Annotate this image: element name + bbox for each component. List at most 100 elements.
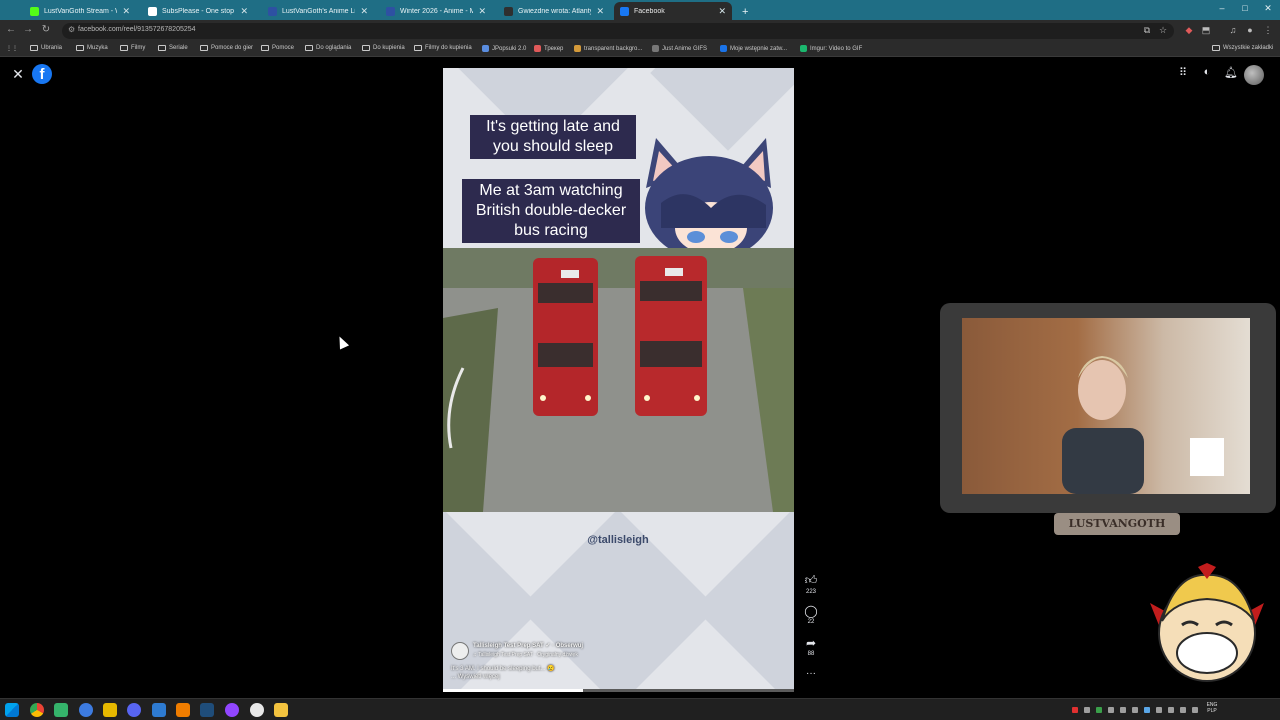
bookmark-item[interactable]: Imgur: Video to GIF [800, 45, 862, 52]
tab-close-icon[interactable]: ✕ [240, 6, 248, 17]
forward-button[interactable]: → [21, 24, 35, 35]
tray-icon[interactable] [1072, 707, 1078, 713]
close-window-button[interactable]: ✕ [1258, 3, 1278, 14]
url-text[interactable]: facebook.com/reel/913572678205254 [78, 26, 196, 33]
tab-close-icon[interactable]: ✕ [360, 6, 368, 17]
browser-tab[interactable]: Winter 2026 - Anime - MyAnim ✕ [380, 2, 492, 20]
author-avatar[interactable] [451, 642, 469, 660]
bookmark-item[interactable]: Moje wstępnie zatw... [720, 45, 787, 52]
bookmark-item[interactable]: Filmy do kupienia [414, 45, 472, 51]
tray-icon[interactable] [1096, 707, 1102, 713]
app-taskbar-icon[interactable] [54, 703, 68, 717]
back-button[interactable]: ← [4, 24, 18, 35]
bookmark-item[interactable]: Do kupienia [362, 45, 405, 51]
tray-icon[interactable] [1084, 707, 1090, 713]
chrome-menu-icon[interactable]: ⋮ [1262, 25, 1274, 37]
tab-close-icon[interactable]: ✕ [718, 6, 726, 17]
mouse-cursor [334, 334, 350, 350]
input-language[interactable]: ENG PLP [1203, 702, 1221, 714]
tab-title: Winter 2026 - Anime - MyAnim [400, 7, 474, 15]
menu-grid-icon[interactable]: ⠿ [1175, 66, 1191, 82]
browser-tab[interactable]: Facebook ✕ [614, 2, 732, 20]
bookmark-item[interactable]: Filmy [120, 45, 145, 51]
tab-close-icon[interactable]: ✕ [596, 6, 604, 17]
bookmark-item[interactable]: Seriale [158, 45, 188, 51]
tray-icon[interactable] [1168, 707, 1174, 713]
install-app-icon[interactable]: ⧉ [1141, 25, 1153, 37]
bookmark-label: Pomoce [272, 45, 295, 51]
steam-taskbar-icon[interactable] [200, 703, 214, 717]
bookmark-item[interactable]: Pomoce [261, 45, 294, 51]
bookmark-item[interactable]: transparent backgro... [574, 45, 642, 52]
speaker-icon[interactable] [1192, 707, 1198, 713]
vlc-taskbar-icon[interactable] [176, 703, 190, 717]
site-favicon-icon [574, 45, 581, 52]
browser-tab[interactable]: Gwiezdne wrota: Atlantyda / St ✕ [498, 2, 610, 20]
tray-icon[interactable] [1120, 707, 1126, 713]
tray-icon[interactable] [1108, 707, 1114, 713]
maximize-button[interactable]: □ [1235, 3, 1255, 13]
media-controls-icon[interactable]: ♫ [1227, 25, 1239, 37]
new-tab-button[interactable]: + [736, 3, 754, 21]
tray-icon[interactable] [1144, 707, 1150, 713]
app-taskbar-icon[interactable] [79, 703, 93, 717]
bell-icon[interactable]: 🔔︎ [1223, 66, 1239, 82]
minimize-button[interactable]: – [1212, 3, 1232, 13]
reel-caption-top: It's getting late and you should sleep [470, 115, 636, 159]
account-avatar[interactable] [1244, 65, 1264, 85]
apps-grid-icon[interactable]: ⋮⋮ [6, 45, 18, 52]
bookmark-label: Do oglądania [316, 45, 352, 51]
messenger-icon[interactable]: ◐ [1199, 66, 1215, 82]
file-explorer-taskbar-icon[interactable] [274, 703, 288, 717]
see-more-link[interactable]: ... Wyświetl więcej [451, 674, 500, 680]
reel-progress-fill [443, 689, 584, 692]
share-button[interactable]: ➦ 88 [802, 636, 820, 657]
bookmark-item[interactable]: Ubrania [30, 45, 62, 51]
folder-icon [120, 45, 128, 51]
tab-close-icon[interactable]: ✕ [122, 6, 130, 17]
bookmark-item[interactable]: Трекер [534, 45, 563, 52]
bus-race-video[interactable] [443, 248, 794, 512]
tab-close-icon[interactable]: ✕ [478, 6, 486, 17]
bookmark-item[interactable]: Muzyka [76, 45, 108, 51]
folder-icon [1212, 45, 1220, 51]
tray-icon[interactable] [1156, 707, 1162, 713]
extension-icon[interactable]: ◆ [1183, 25, 1195, 37]
tab-title: LustVanGoth Stream - Watch L [44, 7, 117, 15]
tab-favicon-icon [30, 6, 39, 16]
extensions-puzzle-icon[interactable]: ⬒ [1200, 25, 1212, 37]
bookmark-item[interactable]: Just Anime GIFS [652, 45, 707, 52]
comment-button[interactable]: ◯ 22 [802, 604, 820, 625]
chrome-taskbar-icon[interactable] [30, 703, 44, 717]
app-taskbar-icon[interactable] [152, 703, 166, 717]
bookmark-item[interactable]: JPopsuki 2.0 [482, 45, 526, 52]
reload-button[interactable]: ↻ [39, 24, 53, 35]
close-reel-button[interactable]: ✕ [11, 66, 25, 82]
discord-taskbar-icon[interactable] [127, 703, 141, 717]
like-count: 223 [805, 589, 816, 595]
author-name[interactable]: Tallisleigh Test Prep SAT [473, 643, 544, 649]
tray-icon[interactable] [1180, 707, 1186, 713]
browser-tab[interactable]: SubsPlease - One stop shop fo ✕ [142, 2, 254, 20]
browser-tab[interactable]: LustVanGoth's Anime List - My ✕ [262, 2, 374, 20]
all-bookmarks-folder[interactable]: Wszystkie zakładki [1212, 45, 1273, 51]
bookmark-item[interactable]: Do oglądania [305, 45, 351, 51]
thumbs-up-icon: 👍︎ [804, 573, 818, 587]
site-info-icon[interactable]: ⚙ [68, 25, 75, 34]
profile-icon[interactable]: ● [1244, 25, 1256, 37]
browser-tab[interactable]: LustVanGoth Stream - Watch L ✕ [24, 2, 136, 20]
app-taskbar-icon[interactable] [225, 703, 239, 717]
obs-taskbar-icon[interactable] [250, 703, 264, 717]
like-button[interactable]: 👍︎ 223 [802, 573, 820, 595]
start-button[interactable] [5, 703, 19, 717]
tray-icon[interactable] [1132, 707, 1138, 713]
bookmark-star-icon[interactable]: ☆ [1157, 25, 1169, 37]
facebook-logo[interactable]: f [32, 64, 52, 84]
app-taskbar-icon[interactable] [103, 703, 117, 717]
follow-button[interactable]: · Obserwuj [552, 643, 583, 649]
bookmark-item[interactable]: Pomoce do gier [200, 45, 253, 51]
url-bar[interactable]: ⚙ facebook.com/reel/913572678205254 [62, 23, 1174, 39]
audio-line[interactable]: ♫ Tallisleigh Test Prep SAT · Oryginalny… [473, 652, 578, 658]
bookmark-label: Do kupienia [373, 45, 405, 51]
more-options-button[interactable]: ··· [802, 668, 820, 679]
